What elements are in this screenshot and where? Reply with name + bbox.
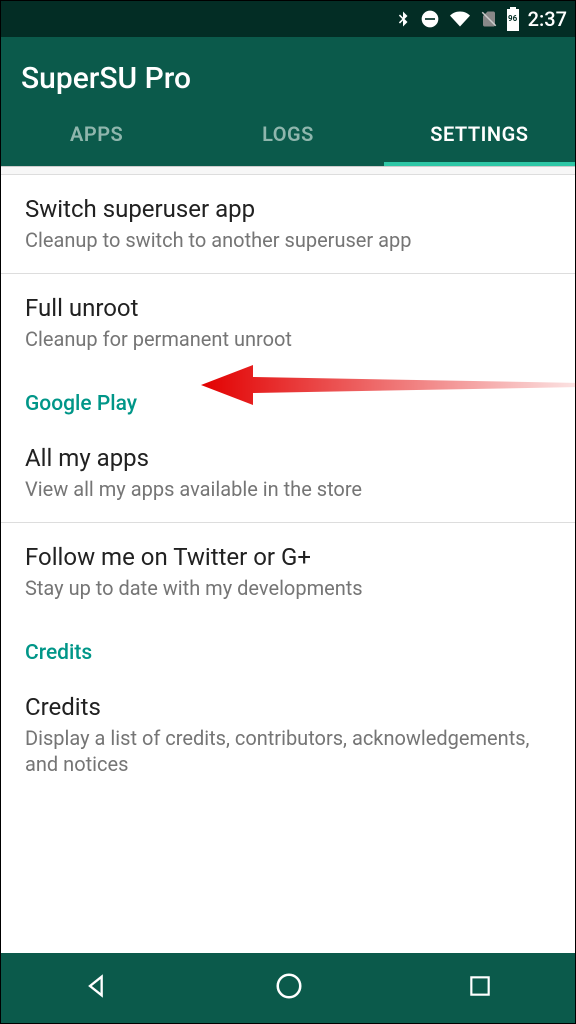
item-title: Full unroot xyxy=(25,294,551,322)
no-sim-icon xyxy=(480,8,498,30)
tabs: APPS LOGS SETTINGS xyxy=(1,102,575,166)
item-subtitle: View all my apps available in the store xyxy=(25,476,551,502)
status-bar: 96 2:37 xyxy=(1,1,575,37)
item-title: Credits xyxy=(25,693,551,721)
navigation-bar xyxy=(1,953,575,1023)
item-subtitle: Cleanup to switch to another superuser a… xyxy=(25,227,551,253)
tab-settings[interactable]: SETTINGS xyxy=(384,102,575,166)
item-full-unroot[interactable]: Full unroot Cleanup for permanent unroot xyxy=(1,274,575,372)
item-title: All my apps xyxy=(25,444,551,472)
section-credits: Credits xyxy=(1,621,575,673)
nav-home-button[interactable] xyxy=(274,971,304,1005)
item-subtitle: Stay up to date with my developments xyxy=(25,575,551,601)
item-all-my-apps[interactable]: All my apps View all my apps available i… xyxy=(1,424,575,523)
app-bar: SuperSU Pro xyxy=(1,37,575,102)
battery-icon: 96 xyxy=(506,7,520,31)
section-google-play: Google Play xyxy=(1,372,575,424)
bluetooth-icon xyxy=(394,8,412,30)
tab-logs[interactable]: LOGS xyxy=(192,102,383,166)
item-follow-twitter[interactable]: Follow me on Twitter or G+ Stay up to da… xyxy=(1,523,575,621)
status-clock: 2:37 xyxy=(528,7,567,31)
battery-level: 96 xyxy=(506,14,520,23)
nav-recents-button[interactable] xyxy=(467,973,493,1003)
item-credits[interactable]: Credits Display a list of credits, contr… xyxy=(1,673,575,797)
item-switch-superuser[interactable]: Switch superuser app Cleanup to switch t… xyxy=(1,175,575,274)
app-title: SuperSU Pro xyxy=(21,61,555,96)
wifi-icon xyxy=(448,9,472,29)
tab-apps[interactable]: APPS xyxy=(1,102,192,166)
settings-list: Switch superuser app Cleanup to switch t… xyxy=(1,166,575,797)
nav-back-button[interactable] xyxy=(83,972,111,1004)
dnd-icon xyxy=(420,9,440,29)
item-subtitle: Cleanup for permanent unroot xyxy=(25,326,551,352)
item-title: Follow me on Twitter or G+ xyxy=(25,543,551,571)
item-subtitle: Display a list of credits, contributors,… xyxy=(25,725,551,777)
item-title: Switch superuser app xyxy=(25,195,551,223)
